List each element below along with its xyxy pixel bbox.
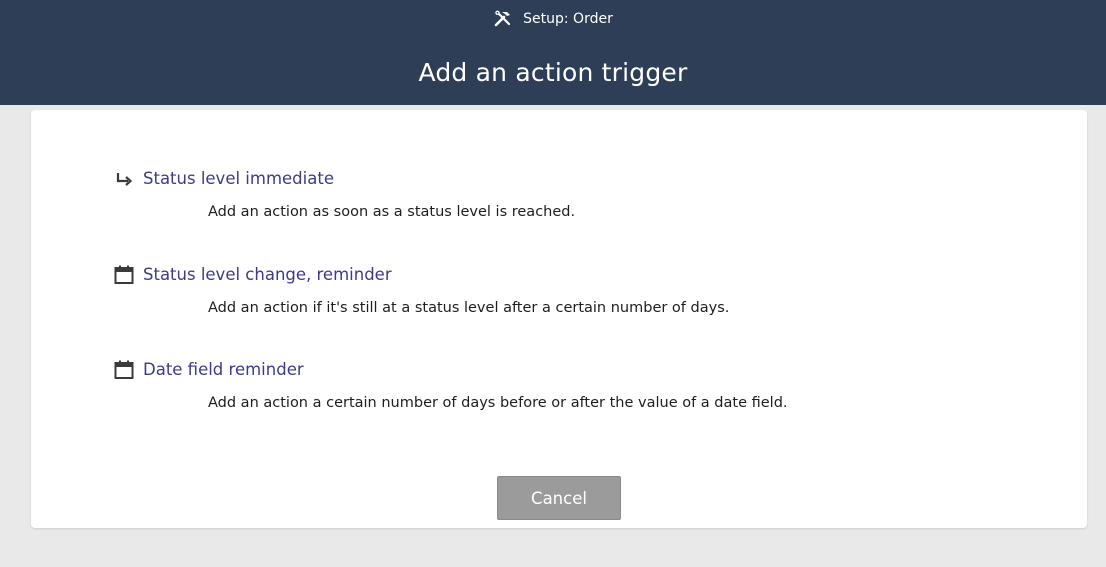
status-level-change-description: Add an action if it's still at a status … <box>208 300 730 316</box>
status-level-immediate-link[interactable]: Status level immediate <box>113 168 575 190</box>
option-status-level-change: Status level change, reminder Add an act… <box>113 264 729 318</box>
cancel-button[interactable]: Cancel <box>497 476 621 520</box>
option-date-field-reminder: Date field reminder Add an action a cert… <box>113 359 788 413</box>
status-level-immediate-description: Add an action as soon as a status level … <box>208 204 576 220</box>
status-level-change-label: Status level change, reminder <box>143 265 392 284</box>
date-field-reminder-link[interactable]: Date field reminder <box>113 359 788 381</box>
status-level-immediate-label: Status level immediate <box>143 169 334 188</box>
header-bar: Setup: Order Add an action trigger <box>0 0 1106 105</box>
tools-icon <box>493 9 513 29</box>
option-status-level-immediate: Status level immediate Add an action as … <box>113 168 575 222</box>
calendar-icon <box>113 359 135 381</box>
setup-breadcrumb: Setup: Order <box>0 8 1106 30</box>
status-level-change-link[interactable]: Status level change, reminder <box>113 264 729 286</box>
page-title: Add an action trigger <box>418 58 688 87</box>
date-field-reminder-description: Add an action a certain number of days b… <box>208 395 788 411</box>
calendar-icon <box>113 264 135 286</box>
date-field-reminder-label: Date field reminder <box>143 360 304 379</box>
trigger-options-card: Status level immediate Add an action as … <box>31 110 1087 528</box>
arrow-turn-right-icon <box>113 168 135 190</box>
setup-subtitle: Setup: Order <box>523 11 613 27</box>
